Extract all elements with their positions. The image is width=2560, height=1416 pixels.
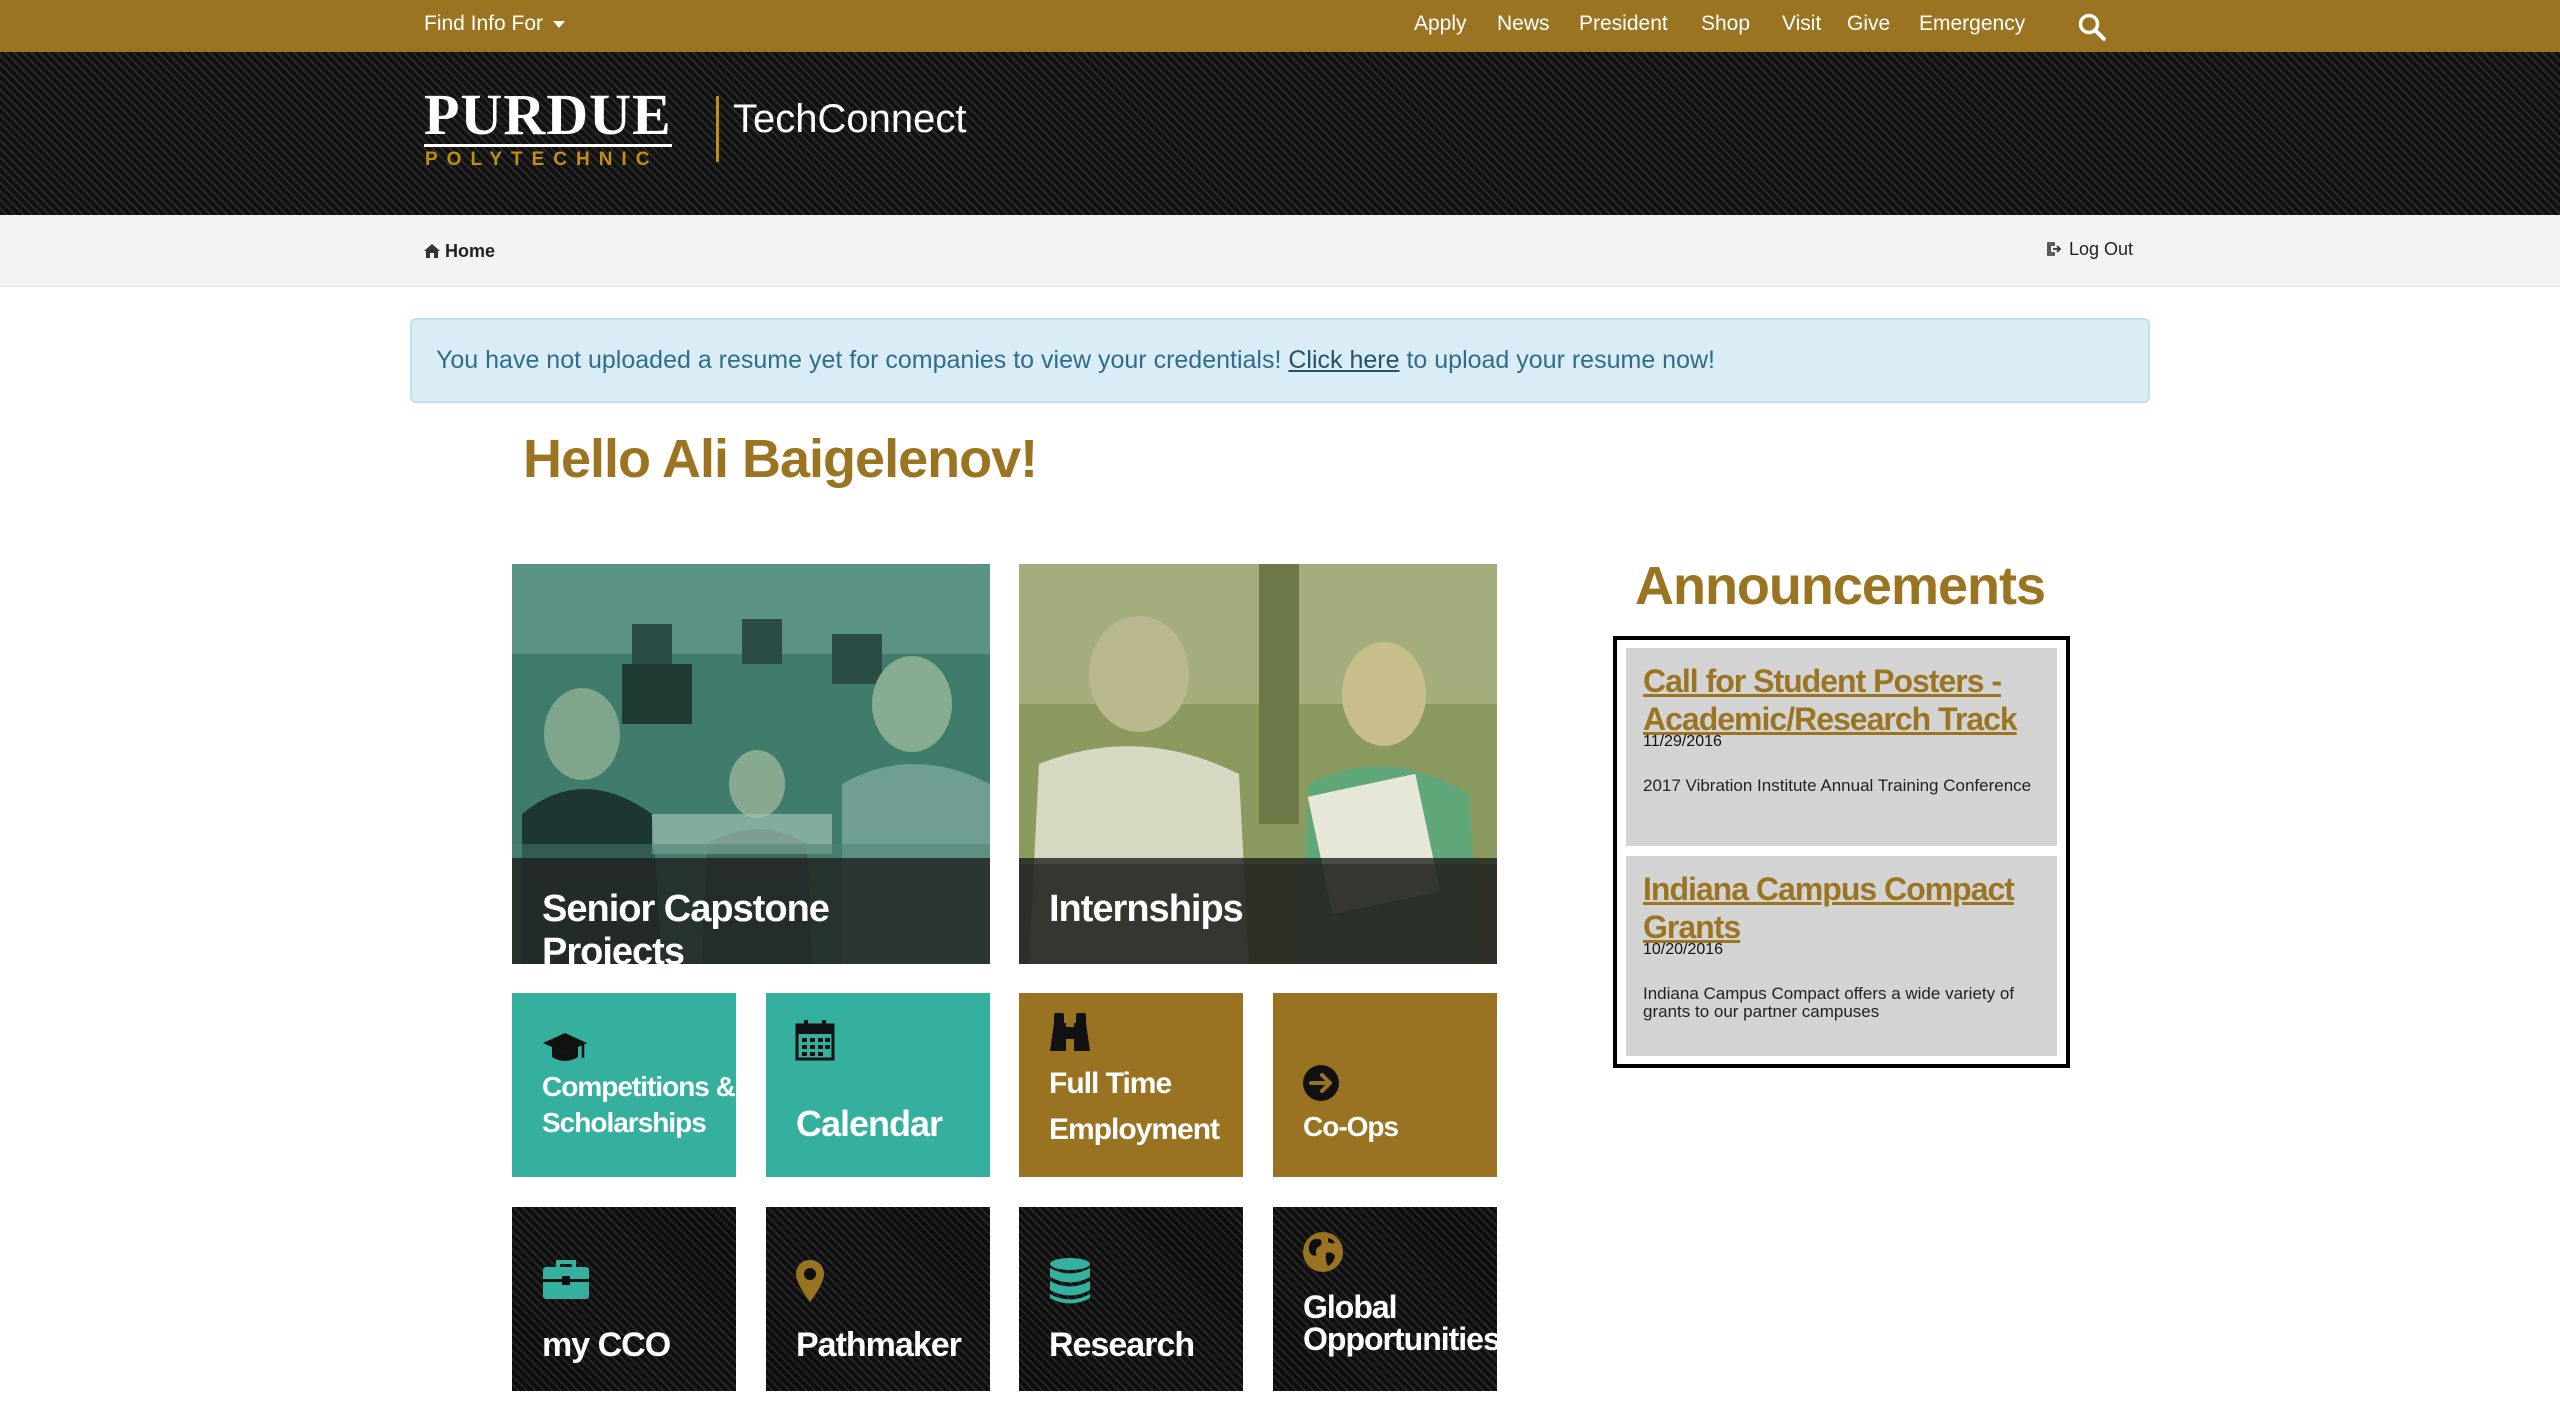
announcement-item: Indiana Campus Compact Grants 10/20/2016… xyxy=(1626,856,2057,1056)
tile-label: Competitions & Scholarships xyxy=(542,1069,736,1142)
resume-alert: You have not uploaded a resume yet for c… xyxy=(410,318,2150,403)
nav-shop[interactable]: Shop xyxy=(1701,12,1750,36)
nav-apply[interactable]: Apply xyxy=(1414,12,1467,36)
sign-out-icon xyxy=(2047,242,2062,256)
home-icon xyxy=(424,244,440,258)
nav-president[interactable]: President xyxy=(1579,12,1668,36)
tile-competitions-scholarships[interactable]: Competitions & Scholarships xyxy=(512,993,736,1177)
tile-global-opportunities[interactable]: Global Opportunities xyxy=(1273,1207,1497,1391)
calendar-icon xyxy=(795,1020,835,1061)
tile-caption: Senior Capstone Projects xyxy=(512,858,990,964)
top-nav: Apply News President Shop Visit Give Eme… xyxy=(0,12,2560,42)
nav-visit[interactable]: Visit xyxy=(1782,12,1821,36)
tile-my-cco[interactable]: my CCO xyxy=(512,1207,736,1391)
logo-subtitle: POLYTECHNIC xyxy=(425,149,659,170)
home-label: Home xyxy=(445,241,496,261)
tile-label: my CCO xyxy=(542,1326,671,1364)
tile-label: Full Time Employment xyxy=(1049,1061,1220,1153)
top-utility-bar: Find Info For Apply News President Shop … xyxy=(0,0,2560,52)
logo-rule xyxy=(424,144,672,147)
tile-pathmaker[interactable]: Pathmaker xyxy=(766,1207,990,1391)
purdue-logo[interactable]: PURDUE xyxy=(424,86,672,144)
logo-divider xyxy=(716,96,719,162)
briefcase-icon xyxy=(543,1260,589,1299)
globe-icon xyxy=(1303,1232,1343,1272)
tile-label: Co-Ops xyxy=(1303,1111,1399,1142)
tile-label-line2: Scholarships xyxy=(542,1107,707,1139)
tile-caption: Internships xyxy=(1019,858,1497,964)
tile-label-line1: Full Time xyxy=(1049,1067,1172,1100)
upload-resume-link[interactable]: Click here xyxy=(1288,346,1399,374)
tile-label: Research xyxy=(1049,1326,1195,1364)
tile-label-line1: Global xyxy=(1303,1289,1398,1325)
tile-full-time-employment[interactable]: Full Time Employment xyxy=(1019,993,1243,1177)
greeting-heading: Hello Ali Baigelenov! xyxy=(523,429,1038,489)
search-icon[interactable] xyxy=(2077,12,2107,42)
announcement-date: 10/20/2016 xyxy=(1643,941,1724,958)
app-title[interactable]: TechConnect xyxy=(733,97,966,142)
tile-senior-capstone[interactable]: Senior Capstone Projects xyxy=(512,564,990,964)
nav-news[interactable]: News xyxy=(1497,12,1550,36)
nav-give[interactable]: Give xyxy=(1847,12,1890,36)
alert-text-before: You have not uploaded a resume yet for c… xyxy=(436,346,1289,374)
announcement-title-link[interactable]: Call for Student Posters - Academic/Rese… xyxy=(1643,662,2040,738)
tile-label-line1: Competitions & xyxy=(542,1071,736,1102)
binoculars-icon xyxy=(1050,1013,1090,1051)
logout-label: Log Out xyxy=(2069,239,2134,259)
tile-label: Pathmaker xyxy=(796,1326,962,1364)
site-header: PURDUE POLYTECHNIC TechConnect xyxy=(0,52,2560,215)
tile-internships[interactable]: Internships xyxy=(1019,564,1497,964)
announcement-description: Indiana Campus Compact offers a wide var… xyxy=(1643,984,2015,1021)
logout-link[interactable]: Log Out xyxy=(2047,239,2133,260)
arrow-circle-right-icon xyxy=(1303,1065,1339,1101)
tile-label-line2: Opportunities xyxy=(1303,1321,1497,1357)
announcements-heading: Announcements xyxy=(1634,556,2046,616)
announcement-item: Call for Student Posters - Academic/Rese… xyxy=(1626,648,2057,846)
alert-text-after: to upload your resume now! xyxy=(1399,346,1715,374)
map-marker-icon xyxy=(796,1260,824,1302)
tile-research[interactable]: Research xyxy=(1019,1207,1243,1391)
announcement-description: 2017 Vibration Institute Annual Training… xyxy=(1643,776,2032,795)
tile-label: Calendar xyxy=(796,1103,943,1144)
tile-co-ops[interactable]: Co-Ops xyxy=(1273,993,1497,1177)
breadcrumb: Home Log Out xyxy=(0,215,2560,287)
tile-label-line2: Employment xyxy=(1049,1113,1220,1146)
graduation-cap-icon xyxy=(543,1033,587,1061)
tile-label: Global Opportunities xyxy=(1303,1291,1497,1355)
announcements-panel: Call for Student Posters - Academic/Rese… xyxy=(1613,636,2070,1068)
nav-emergency[interactable]: Emergency xyxy=(1919,12,2025,36)
announcement-title-link[interactable]: Indiana Campus Compact Grants xyxy=(1643,870,2040,946)
tile-calendar[interactable]: Calendar xyxy=(766,993,990,1177)
database-icon xyxy=(1050,1258,1090,1304)
home-link[interactable]: Home xyxy=(424,241,495,262)
